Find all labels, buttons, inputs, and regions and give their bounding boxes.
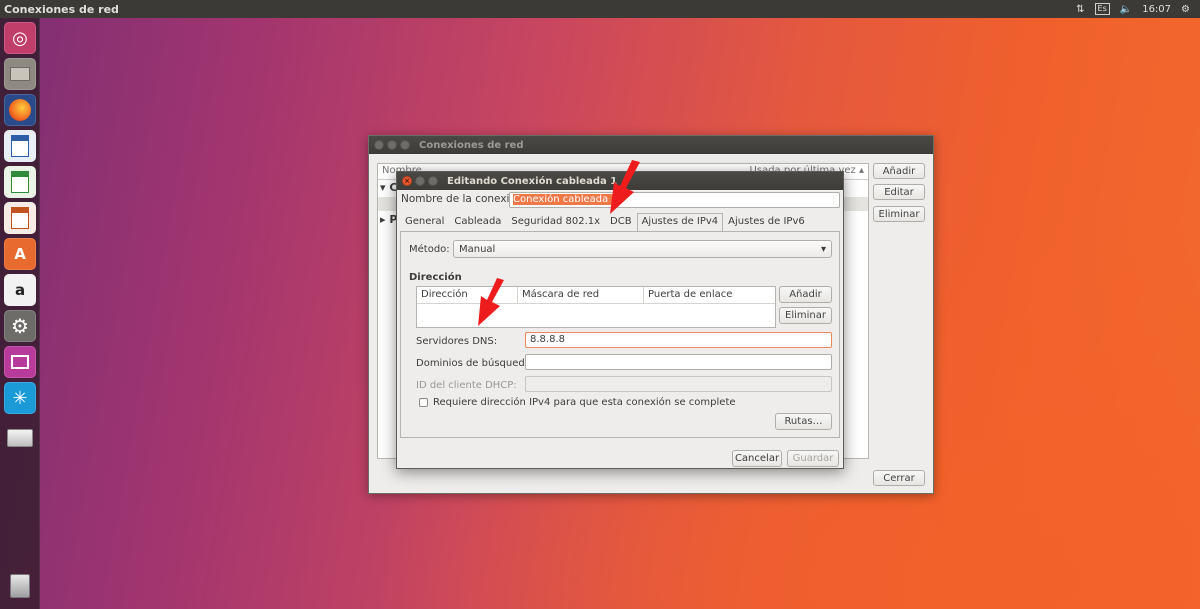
add-address-button[interactable]: Añadir [779,286,832,303]
cancel-button[interactable]: Cancelar [732,450,782,467]
network-indicator-icon[interactable]: ⇅ [1076,4,1084,15]
dhcp-client-id-label: ID del cliente DHCP: [416,380,517,391]
search-domains-label: Dominios de búsqueda: [416,358,535,369]
connection-name-input[interactable]: Conexión cableada 1 [509,192,840,208]
method-value: Manual [459,243,496,255]
titlebar: Conexiones de red [369,136,933,154]
workspace-icon[interactable]: ✳ [4,382,36,414]
minimize-icon[interactable] [387,140,397,150]
network-icon[interactable] [4,346,36,378]
tab-ipv6[interactable]: Ajustes de IPv6 [723,213,810,232]
window-title: Conexiones de red [419,139,524,151]
calc-icon[interactable] [4,166,36,198]
close-icon[interactable] [374,140,384,150]
tab-wired[interactable]: Cableada [449,213,507,232]
dns-label: Servidores DNS: [416,336,498,347]
column-gateway[interactable]: Puerta de enlace [644,287,775,303]
ubuntu-icon[interactable]: ◎ [4,22,36,54]
keyboard-layout-indicator[interactable]: Es [1094,3,1110,15]
delete-button[interactable]: Eliminar [873,206,925,222]
software-center-icon[interactable]: A [4,238,36,270]
settings-icon[interactable]: ⚙ [4,310,36,342]
address-section-title: Dirección [409,272,462,283]
files-icon[interactable] [4,58,36,90]
maximize-icon[interactable] [428,176,438,186]
chevron-down-icon: ▾ [820,243,826,255]
add-button[interactable]: Añadir [873,163,925,179]
active-window-title: Conexiones de red [4,2,119,16]
minimize-icon[interactable] [415,176,425,186]
drive-icon[interactable] [4,422,36,454]
dns-input[interactable]: 8.8.8.8 [525,332,832,348]
gear-icon[interactable]: ⚙ [1181,4,1190,15]
indicator-area: ⇅ Es 🔈 16:07 ⚙ [1076,3,1200,15]
trash-icon[interactable] [4,570,36,602]
require-ipv4-row[interactable]: Requiere dirección IPv4 para que esta co… [419,397,736,408]
clock[interactable]: 16:07 [1142,4,1171,15]
close-button[interactable]: Cerrar [873,470,925,486]
firefox-icon[interactable] [4,94,36,126]
connection-name-label: Nombre de la conexión: [401,193,527,205]
search-domains-input[interactable] [525,354,832,370]
require-ipv4-label: Requiere dirección IPv4 para que esta co… [433,397,736,408]
impress-icon[interactable] [4,202,36,234]
dhcp-client-id-input[interactable] [525,376,832,392]
launcher: ◎ A a ⚙ ✳ [0,18,40,609]
routes-button[interactable]: Rutas… [775,413,832,430]
top-panel: Conexiones de red ⇅ Es 🔈 16:07 ⚙ [0,0,1200,18]
dialog-title: Editando Conexión cableada 1 [447,175,618,187]
require-ipv4-checkbox[interactable] [419,398,428,407]
method-label: Método: [409,244,450,255]
writer-icon[interactable] [4,130,36,162]
column-netmask[interactable]: Máscara de red [518,287,644,303]
edit-button[interactable]: Editar [873,184,925,200]
save-button[interactable]: Guardar [787,450,839,467]
tab-ipv4[interactable]: Ajustes de IPv4 [636,213,724,232]
annotation-arrow-dns [478,278,504,326]
remove-address-button[interactable]: Eliminar [779,307,832,324]
annotation-arrow-tab [610,160,640,214]
tab-security[interactable]: Seguridad 802.1x [506,213,606,232]
tab-general[interactable]: General [400,213,450,232]
maximize-icon[interactable] [400,140,410,150]
close-icon[interactable]: × [402,176,412,186]
amazon-icon[interactable]: a [4,274,36,306]
method-dropdown[interactable]: Manual ▾ [453,240,832,258]
connection-name-row: Nombre de la conexión: [401,193,526,205]
volume-icon[interactable]: 🔈 [1120,4,1132,15]
